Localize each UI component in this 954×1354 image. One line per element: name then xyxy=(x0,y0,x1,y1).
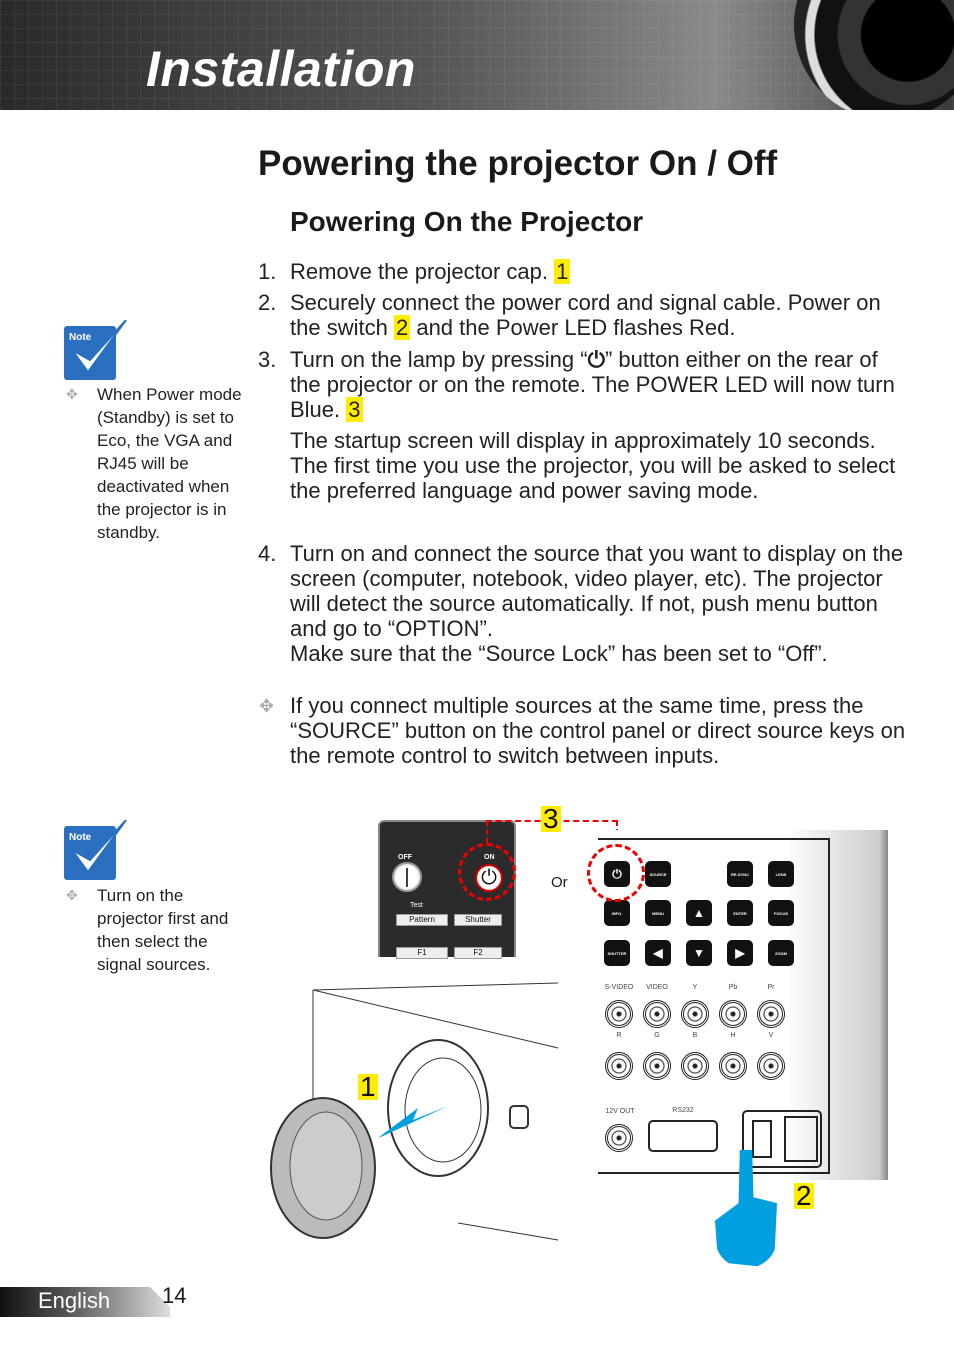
step-4-extra: Make sure that the “Source Lock” has bee… xyxy=(290,641,828,666)
note-icon: Note xyxy=(64,320,127,380)
step-number: 1. xyxy=(258,259,277,284)
panel-button: ▼ xyxy=(686,940,712,966)
note-text: When Power mode (Standby) is set to Eco,… xyxy=(97,385,242,542)
callout-badge: 3 xyxy=(346,397,363,422)
off-button: | xyxy=(392,862,422,892)
off-label: OFF xyxy=(398,854,412,861)
callout-3: 3 xyxy=(541,803,561,834)
bnc-connector xyxy=(757,1052,785,1080)
port-connector xyxy=(681,1000,709,1028)
panel-button: SHUTTER xyxy=(604,940,630,966)
projector-cap-image xyxy=(270,982,559,1241)
bnc-connector xyxy=(605,1052,633,1080)
port-connector xyxy=(643,1000,671,1028)
step-number: 4. xyxy=(258,541,277,566)
port-label: G xyxy=(654,1032,660,1039)
f2-key: F2 xyxy=(454,947,502,959)
port-label: S-VIDEO xyxy=(604,984,634,991)
port-label: Pb xyxy=(728,984,738,991)
callout-1: 1 xyxy=(358,1071,378,1102)
panel-button: ▶ xyxy=(727,940,753,966)
shutter-key: Shutter xyxy=(454,914,502,926)
highlight-circle xyxy=(458,843,516,901)
pattern-key: Pattern xyxy=(396,914,448,926)
f1-key: F1 xyxy=(396,947,448,959)
step-number: 2. xyxy=(258,290,277,315)
callout-badge: 1 xyxy=(554,259,571,284)
subtitle: Powering On the Projector xyxy=(290,206,644,237)
step-3-extra: The startup screen will display in appro… xyxy=(290,428,896,503)
port-label: Pr xyxy=(767,984,775,991)
ac-inlet xyxy=(784,1116,818,1162)
step-text: Turn on the lamp by pressing “ xyxy=(290,347,588,372)
port-label: B xyxy=(692,1032,698,1039)
port-label: R xyxy=(616,1032,622,1039)
power-icon: ⏻ xyxy=(587,347,605,372)
step-3: Turn on the lamp by pressing “⏻” button … xyxy=(290,347,910,422)
port-label: H xyxy=(730,1032,736,1039)
panel-button: FOCUS xyxy=(768,900,794,926)
step-text: Remove the projector cap. xyxy=(290,259,549,284)
note-icon: Note xyxy=(64,820,127,880)
panel-button: RE-SYNC xyxy=(727,861,753,887)
bullet-icon: ✥ xyxy=(259,696,275,716)
bnc-connector xyxy=(681,1052,709,1080)
panel-button: ▲ xyxy=(686,900,712,926)
bullet-icon: ✥ xyxy=(66,386,78,402)
12v-out-label: 12V OUT xyxy=(605,1108,635,1115)
panel-button: ZOOM xyxy=(768,940,794,966)
step-4: Turn on and connect the source that you … xyxy=(290,541,904,641)
or-label: Or xyxy=(551,874,568,891)
port-connector xyxy=(719,1000,747,1028)
tip-text: If you connect multiple sources at the s… xyxy=(290,693,906,768)
panel-button: LENS xyxy=(768,861,794,887)
rs232-port xyxy=(648,1120,718,1152)
power-switch xyxy=(752,1120,772,1158)
svg-text:Note: Note xyxy=(69,332,92,343)
port-label: V xyxy=(768,1032,774,1039)
port-label: VIDEO xyxy=(646,984,668,991)
panel-button: INFO. xyxy=(604,900,630,926)
language-label: English xyxy=(38,1288,111,1313)
header-banner: Installation xyxy=(0,0,954,110)
callout-2: 2 xyxy=(794,1180,814,1211)
panel-button: SOURCE xyxy=(645,861,671,887)
test-label: Test xyxy=(410,902,423,909)
power-socket xyxy=(742,1110,822,1168)
12v-out-port xyxy=(605,1124,633,1152)
note-text: Turn on the projector first and then sel… xyxy=(97,886,229,974)
page-number: 14 xyxy=(162,1283,187,1308)
highlight-circle xyxy=(587,844,645,902)
bnc-connector xyxy=(643,1052,671,1080)
lens-image xyxy=(794,0,954,110)
panel-button: ◀ xyxy=(645,940,671,966)
panel-button: MENU xyxy=(645,900,671,926)
step-text: and the Power LED flashes Red. xyxy=(416,315,736,340)
port-connector xyxy=(605,1000,633,1028)
panel-button: ENTER xyxy=(727,900,753,926)
step-number: 3. xyxy=(258,347,277,372)
page-title: Powering the projector On / Off xyxy=(258,144,778,183)
rs232-label: RS232 xyxy=(672,1107,694,1114)
bullet-icon: ✥ xyxy=(66,887,78,903)
bnc-connector xyxy=(719,1052,747,1080)
port-connector xyxy=(757,1000,785,1028)
port-label: Y xyxy=(692,984,698,991)
section-title: Installation xyxy=(146,41,416,97)
step-2: Securely connect the power cord and sign… xyxy=(290,290,910,340)
callout-badge: 2 xyxy=(393,315,411,340)
step-1: Remove the projector cap. 1 xyxy=(290,259,910,284)
svg-text:Note: Note xyxy=(69,832,92,843)
